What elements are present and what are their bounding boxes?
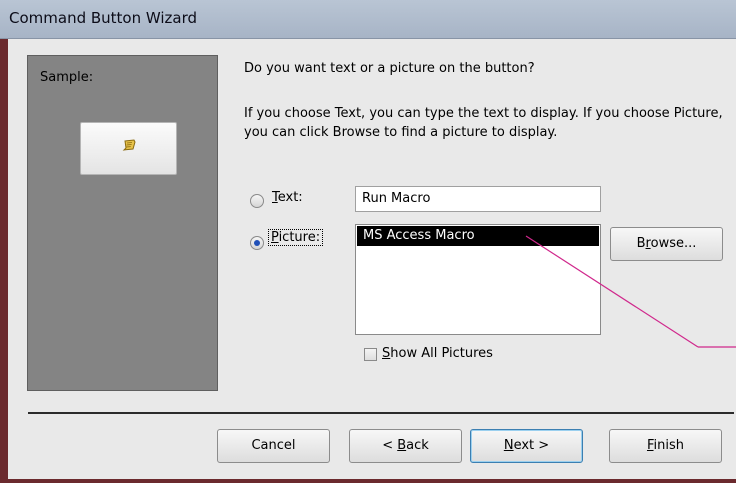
cancel-button[interactable]: Cancel: [217, 429, 330, 463]
back-button[interactable]: < Back: [349, 429, 462, 463]
wizard-window: Command Button Wizard Sample: Do you wan…: [0, 0, 736, 483]
finish-button[interactable]: Finish: [609, 429, 722, 463]
footer-separator: [28, 412, 734, 414]
next-button[interactable]: Next >: [470, 429, 583, 463]
annotation-line: [525, 235, 736, 348]
